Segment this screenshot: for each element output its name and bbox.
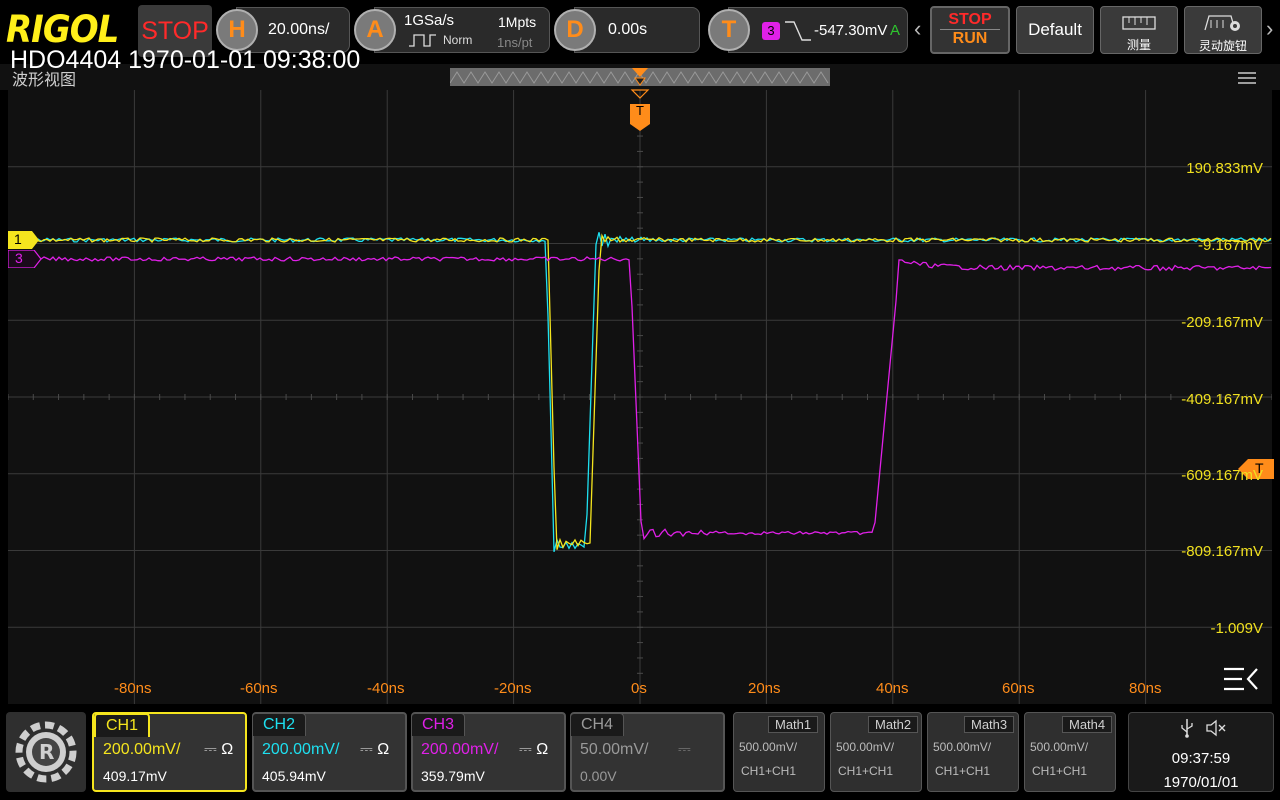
acquire-button[interactable]: A <box>354 9 396 51</box>
ch2-tab[interactable]: CH2 <box>252 713 307 736</box>
x-label: 20ns <box>748 680 781 697</box>
home-button[interactable]: R <box>6 712 86 792</box>
trigger-level-value: -547.30mV <box>814 22 888 39</box>
menu-icon[interactable] <box>1236 70 1258 86</box>
math2-tab[interactable]: Math2 <box>868 716 919 733</box>
ch1-tab[interactable]: CH1 <box>94 713 151 737</box>
y-label: -609.167mV <box>1181 467 1263 484</box>
ch3-coupling-icon: ⎓ Ω <box>519 741 549 758</box>
math2-source: CH1+CH1 <box>838 764 894 778</box>
rigol-home-icon: R <box>15 721 77 783</box>
stop-run-button[interactable]: STOP RUN <box>930 6 1010 54</box>
math4-tab[interactable]: Math4 <box>1062 716 1113 733</box>
acquire-mode-icon <box>409 34 436 47</box>
waveform-plot[interactable] <box>7 89 1273 704</box>
ch2-offset: 405.94mV <box>262 768 326 784</box>
x-label: 40ns <box>876 680 909 697</box>
knob-label: 灵动旋钮 <box>1198 39 1247 53</box>
ch3-impedance: Ω <box>536 741 549 758</box>
ch4-tab[interactable]: CH4 <box>570 713 625 736</box>
math4-scale: 500.00mV/ <box>1030 740 1089 754</box>
toolbar-scroll-left-icon[interactable]: ‹ <box>914 6 928 54</box>
ch4-offset: 0.00V <box>580 768 617 784</box>
measure-label: 测量 <box>1126 38 1151 52</box>
delay-button[interactable]: D <box>554 9 596 51</box>
y-label: 190.833mV <box>1186 160 1263 177</box>
sample-rate: 1GSa/s <box>404 12 455 29</box>
measure-button[interactable]: 测量 <box>1100 6 1178 54</box>
toolbar-scroll-right-icon[interactable]: › <box>1266 6 1278 54</box>
trigger-button[interactable]: T <box>708 9 750 51</box>
status-time: 09:37:59 <box>1171 750 1231 767</box>
x-label: -80ns <box>114 680 152 697</box>
ch1-marker-label: 1 <box>14 231 22 247</box>
ch2-scale: 200.00mV/ <box>262 741 340 758</box>
ch1-impedance: Ω <box>221 741 234 758</box>
x-label: -20ns <box>494 680 532 697</box>
knob-icon <box>1204 15 1240 31</box>
ruler-icon <box>1122 16 1156 30</box>
memory-depth: 1Mpts <box>498 14 537 30</box>
trigger-position-label: T <box>636 103 644 118</box>
x-label: 60ns <box>1002 680 1035 697</box>
ch4-scale: 50.00mV/ <box>580 741 649 758</box>
knob-button[interactable]: 灵动旋钮 <box>1184 6 1262 54</box>
math2-scale: 500.00mV/ <box>836 740 895 754</box>
default-label: Default <box>1028 20 1082 39</box>
x-label: -40ns <box>367 680 405 697</box>
y-label: -9.167mV <box>1197 237 1263 254</box>
math3-scale: 500.00mV/ <box>933 740 992 754</box>
ch1-coupling-icon: ⎓ Ω <box>204 741 234 758</box>
ch3-offset: 359.79mV <box>421 768 485 784</box>
model-timestamp: HDO4404 1970-01-01 09:38:00 <box>10 46 361 74</box>
math3-tab[interactable]: Math3 <box>964 716 1015 733</box>
stop-label: STOP <box>940 11 1000 30</box>
x-label: 80ns <box>1129 680 1162 697</box>
ch2-coupling-icon: ⎓ Ω <box>360 741 390 758</box>
ch3-marker[interactable] <box>8 250 42 268</box>
math1-scale: 500.00mV/ <box>739 740 798 754</box>
x-label: -60ns <box>240 680 278 697</box>
math4-source: CH1+CH1 <box>1032 764 1088 778</box>
math1-source: CH1+CH1 <box>741 764 797 778</box>
usb-icon <box>1181 719 1193 738</box>
ch1-offset: 409.17mV <box>103 768 167 784</box>
status-date: 1970/01/01 <box>1163 774 1239 791</box>
collapse-menu-icon[interactable] <box>1222 665 1260 693</box>
ch4-coupling-icon: ⎓ <box>678 741 691 758</box>
horizontal-scale-value: 20.00ns/ <box>268 21 330 38</box>
x-label: 0s <box>631 680 647 697</box>
y-label: -209.167mV <box>1181 314 1263 331</box>
waveform-canvas <box>7 89 1273 704</box>
falling-edge-icon <box>785 21 811 41</box>
y-label: -409.167mV <box>1181 391 1263 408</box>
ch3-marker-label: 3 <box>15 250 23 266</box>
svg-text:R: R <box>39 740 54 764</box>
y-label: -809.167mV <box>1181 543 1263 560</box>
ch3-tab[interactable]: CH3 <box>411 713 466 736</box>
ch1-scale: 200.00mV/ <box>103 741 181 758</box>
delay-value: 0.00s <box>608 21 648 38</box>
ch2-impedance: Ω <box>377 741 390 758</box>
trigger-mode: A <box>890 22 901 39</box>
trigger-source-badge: 3 <box>762 22 780 40</box>
math1-tab[interactable]: Math1 <box>768 716 819 733</box>
ch1-marker[interactable] <box>8 231 40 249</box>
sample-interval: 1ns/pt <box>497 35 533 50</box>
acquire-mode: Norm <box>443 33 473 47</box>
math3-source: CH1+CH1 <box>935 764 991 778</box>
default-button[interactable]: Default <box>1016 6 1094 54</box>
horizontal-button[interactable]: H <box>216 9 258 51</box>
speaker-mute-icon[interactable] <box>1206 719 1228 737</box>
y-label: -1.009V <box>1210 620 1263 637</box>
trigger-position-marker[interactable] <box>630 68 650 132</box>
ch3-scale: 200.00mV/ <box>421 741 499 758</box>
run-label: RUN <box>952 30 988 47</box>
